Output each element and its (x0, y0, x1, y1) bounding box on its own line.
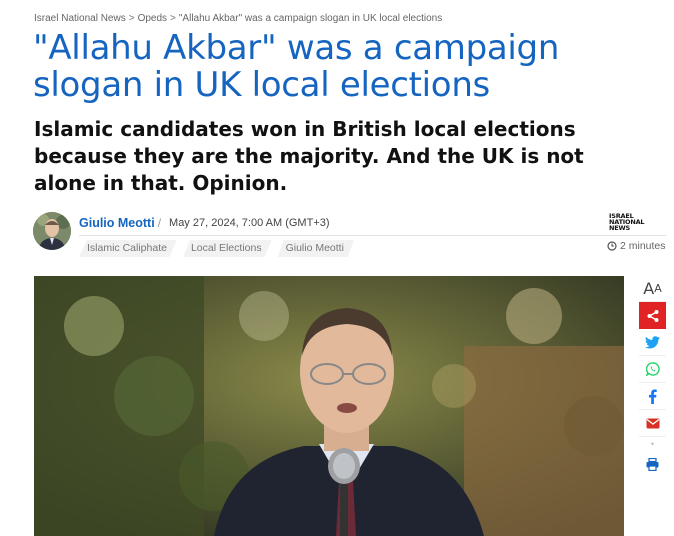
more-options-dot[interactable]: • (639, 437, 666, 451)
breadcrumb-opeds-link[interactable]: Opeds (138, 13, 167, 24)
email-share-button[interactable] (639, 410, 666, 437)
share-button[interactable] (639, 302, 666, 329)
tag-list: Islamic Caliphate Local Elections Giulio… (79, 240, 354, 257)
clock-icon (607, 241, 617, 251)
publish-date: May 27, 2024, 7:00 AM (GMT+3) (169, 217, 330, 229)
read-time: 2 minutes (607, 240, 666, 252)
print-button[interactable] (639, 451, 666, 478)
breadcrumb-separator: > (128, 13, 135, 24)
article-title: "Allahu Akbar" was a campaign slogan in … (33, 28, 560, 105)
breadcrumb-current-page: "Allahu Akbar" was a campaign slogan in … (178, 13, 443, 24)
twitter-icon (645, 335, 660, 348)
tag-islamic-caliphate[interactable]: Islamic Caliphate (79, 240, 177, 257)
email-icon (646, 418, 659, 428)
hero-photo (34, 276, 624, 536)
hero-image (34, 276, 624, 536)
author-name-link[interactable]: Giulio Meotti (79, 216, 155, 230)
font-size-small-label: A (654, 282, 662, 295)
facebook-icon (648, 388, 657, 404)
tag-local-elections[interactable]: Local Elections (182, 240, 272, 257)
meta-divider (79, 235, 666, 236)
facebook-share-button[interactable] (639, 383, 666, 410)
font-size-large-label: A (643, 279, 655, 298)
share-icon (647, 309, 658, 322)
breadcrumb-home-link[interactable]: Israel National News (34, 13, 126, 24)
font-size-toggle[interactable]: AA (639, 276, 666, 302)
article-subtitle: Islamic candidates won in British local … (34, 117, 584, 195)
breadcrumb: Israel National News > Opeds > "Allahu A… (34, 13, 442, 24)
share-bar: AA • (639, 276, 666, 478)
twitter-share-button[interactable] (639, 329, 666, 356)
whatsapp-icon (645, 362, 660, 376)
author-avatar[interactable] (33, 212, 71, 250)
tag-giulio-meotti[interactable]: Giulio Meotti (277, 240, 354, 257)
read-time-label: 2 minutes (620, 240, 666, 252)
author-row: Giulio Meotti / May 27, 2024, 7:00 AM (G… (79, 216, 330, 230)
publisher-logo: ISRAEL NATIONAL NEWS (609, 213, 649, 232)
breadcrumb-separator: > (170, 13, 176, 24)
whatsapp-share-button[interactable] (639, 356, 666, 383)
author-date-separator: / (157, 216, 162, 230)
author-avatar-image (33, 212, 71, 250)
print-icon (646, 458, 659, 471)
